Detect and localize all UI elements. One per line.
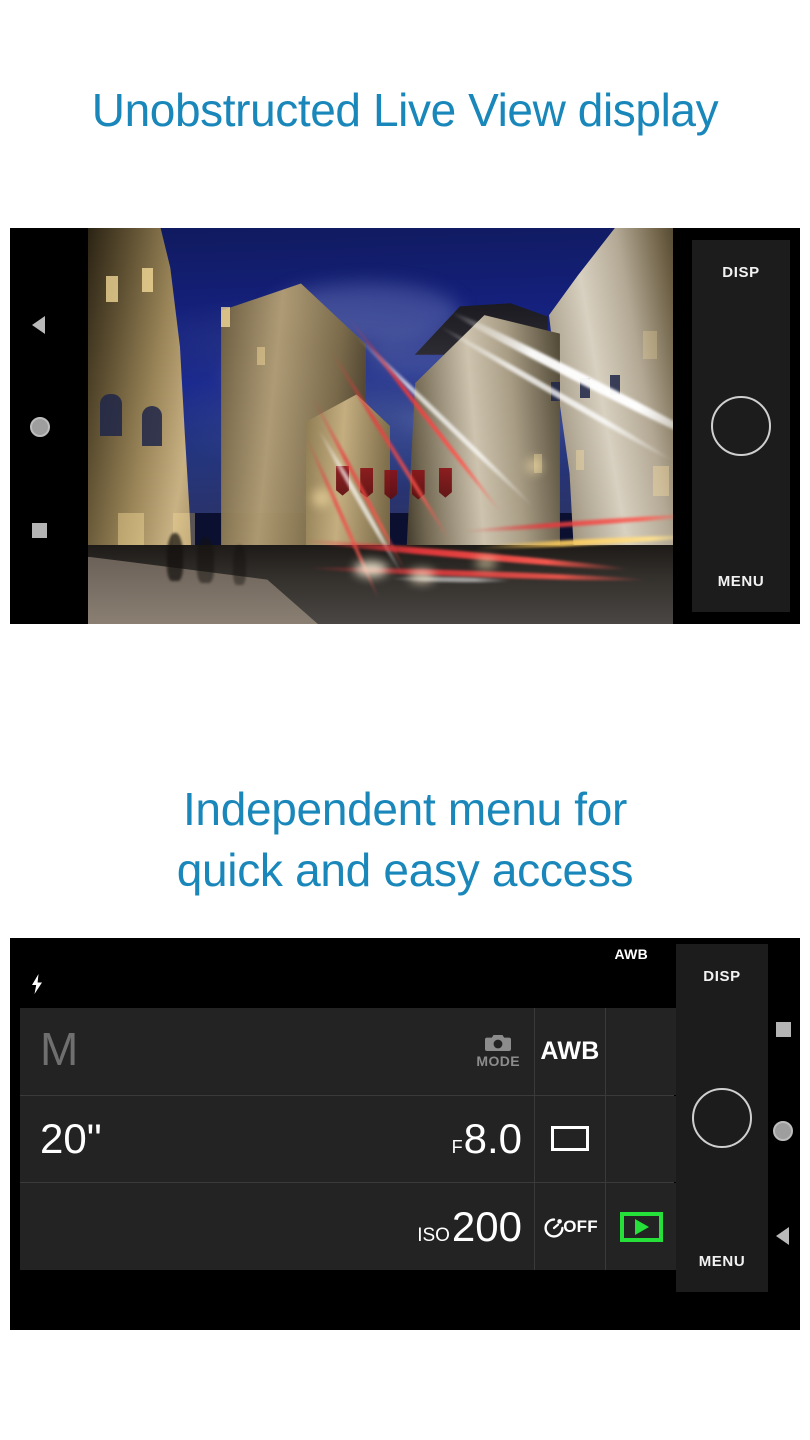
- page-root: Unobstructed Live View display DISP MENU…: [0, 0, 810, 1440]
- pedestrian: [233, 544, 247, 585]
- camera-control-panel: DISP MENU: [692, 240, 790, 612]
- street-banner: [438, 467, 452, 498]
- iso-cell[interactable]: ISO 200: [20, 1183, 534, 1270]
- status-awb-label: AWB: [614, 946, 648, 962]
- window: [652, 465, 669, 496]
- playback-cell[interactable]: [606, 1183, 676, 1270]
- recents-square-icon[interactable]: [776, 1022, 791, 1037]
- camera-icon: [485, 1035, 512, 1052]
- flash-bolt-icon[interactable]: [30, 974, 44, 994]
- aperture-group: F 8.0: [451, 1114, 522, 1162]
- mode-button[interactable]: MODE: [476, 1033, 520, 1069]
- single-shot-rect-icon: [551, 1126, 589, 1152]
- page-title-menu-line2: quick and easy access: [176, 843, 634, 896]
- shutter-speed-value: 20": [40, 1114, 102, 1162]
- mode-letter: M: [40, 1023, 79, 1076]
- mode-label: MODE: [476, 1053, 520, 1070]
- camera-control-panel: DISP MENU: [676, 944, 768, 1292]
- home-circle-icon[interactable]: [30, 417, 50, 437]
- home-circle-icon[interactable]: [773, 1121, 793, 1141]
- streetlamp-glow: [525, 457, 542, 474]
- window: [106, 275, 119, 302]
- recents-square-icon[interactable]: [32, 523, 47, 538]
- pedestrian: [166, 532, 183, 581]
- window: [142, 267, 154, 292]
- self-timer-value: OFF: [563, 1216, 598, 1236]
- menu-button[interactable]: MENU: [692, 573, 790, 590]
- window: [642, 330, 657, 359]
- play-triangle: [635, 1218, 649, 1235]
- exposure-cell[interactable]: 20" F 8.0: [20, 1095, 534, 1183]
- back-triangle-icon[interactable]: [32, 316, 45, 334]
- android-nav-bar-right: [768, 938, 800, 1330]
- page-title-live-view: Unobstructed Live View display: [91, 84, 719, 136]
- window: [100, 394, 123, 437]
- headlight-glow: [475, 556, 498, 569]
- drive-mode-cell[interactable]: [535, 1095, 605, 1183]
- page-title-menu-line1: Independent menu for: [182, 783, 628, 835]
- headlight-glow: [408, 568, 435, 583]
- self-timer-cell[interactable]: OFF: [535, 1183, 605, 1270]
- aperture-prefix: F: [451, 1136, 463, 1157]
- aperture-value: 8.0: [463, 1114, 522, 1162]
- white-balance-value: AWB: [540, 1036, 600, 1065]
- shutter-button[interactable]: [711, 396, 771, 456]
- back-triangle-icon[interactable]: [776, 1227, 789, 1245]
- page-title-menu: Independent menu for quick and easy acce…: [0, 779, 810, 900]
- playback-play-icon: [619, 1211, 663, 1242]
- empty-cell-row1[interactable]: [606, 1008, 676, 1095]
- android-nav-bar-left: [10, 228, 78, 624]
- self-timer-group: OFF: [542, 1215, 598, 1239]
- menu-screenshot: AWB M MODE AWB 20" F 8.0 ISO 200 OFF DIS…: [10, 938, 800, 1330]
- disp-button[interactable]: DISP: [692, 264, 790, 281]
- window: [142, 406, 163, 447]
- menu-button[interactable]: MENU: [676, 1253, 768, 1270]
- live-view-screenshot: DISP MENU: [10, 228, 800, 624]
- disp-button[interactable]: DISP: [676, 968, 768, 985]
- right-black-area: DISP MENU: [673, 228, 800, 624]
- iso-value: 200: [451, 1202, 522, 1250]
- pedestrian: [196, 536, 214, 583]
- iso-prefix: ISO: [417, 1224, 450, 1246]
- headlight-glow: [354, 560, 389, 577]
- live-view-feed: [88, 228, 693, 624]
- shutter-button[interactable]: [692, 1088, 752, 1148]
- window: [576, 449, 585, 470]
- white-balance-cell[interactable]: AWB: [535, 1008, 605, 1095]
- window: [221, 307, 231, 328]
- mode-cell[interactable]: M MODE: [20, 1008, 534, 1095]
- iso-group: ISO 200: [417, 1202, 522, 1250]
- camera-settings-grid: M MODE AWB 20" F 8.0 ISO 200 OFF: [20, 1008, 676, 1270]
- street-banner: [384, 469, 398, 500]
- window: [257, 346, 266, 365]
- empty-cell-row2[interactable]: [606, 1095, 676, 1183]
